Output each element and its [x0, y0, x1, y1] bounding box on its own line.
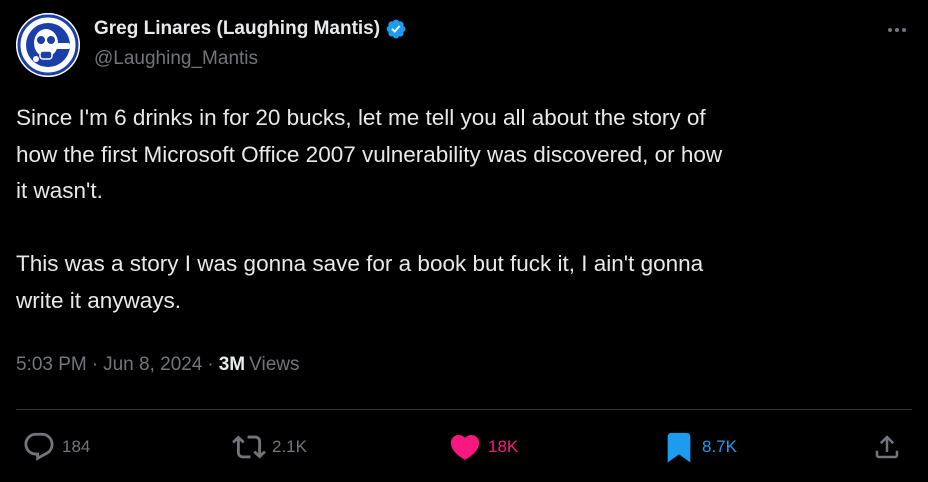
- tweet-meta: 5:03 PM · Jun 8, 2024 · 3M Views: [16, 354, 299, 376]
- views-label[interactable]: Views: [249, 354, 299, 376]
- avatar-image: [16, 13, 80, 77]
- more-horizontal-icon[interactable]: [884, 20, 910, 40]
- reply-icon: [22, 430, 56, 464]
- views-count[interactable]: 3M: [219, 354, 245, 376]
- share-button[interactable]: [872, 430, 902, 464]
- share-icon: [872, 432, 902, 462]
- bookmark-button[interactable]: 8.7K: [662, 430, 737, 464]
- tweet: Greg Linares (Laughing Mantis) @Laughing…: [0, 0, 928, 482]
- reply-count: 184: [62, 437, 91, 456]
- like-count: 18K: [488, 437, 519, 456]
- like-button[interactable]: 18K: [448, 430, 518, 464]
- retweet-button[interactable]: 2.1K: [232, 430, 307, 464]
- reply-button[interactable]: 184: [22, 430, 90, 464]
- author-name-row: Greg Linares (Laughing Mantis): [94, 16, 407, 42]
- tweet-date[interactable]: Jun 8, 2024: [103, 354, 202, 376]
- tweet-text: Since I'm 6 drinks in for 20 bucks, let …: [16, 105, 723, 313]
- retweet-icon: [232, 430, 266, 464]
- bookmark-icon: [662, 430, 696, 464]
- heart-icon: [448, 430, 482, 464]
- meta-separator: ·: [207, 354, 214, 375]
- tweet-time[interactable]: 5:03 PM: [16, 354, 87, 376]
- retweet-count: 2.1K: [272, 437, 307, 456]
- avatar[interactable]: [16, 13, 80, 77]
- divider: [16, 409, 912, 410]
- author-handle[interactable]: @Laughing_Mantis: [94, 48, 258, 70]
- meta-separator: ·: [91, 354, 99, 375]
- verified-badge-icon[interactable]: [385, 18, 407, 40]
- author-display-name[interactable]: Greg Linares (Laughing Mantis): [94, 18, 380, 40]
- bookmark-count: 8.7K: [702, 437, 737, 456]
